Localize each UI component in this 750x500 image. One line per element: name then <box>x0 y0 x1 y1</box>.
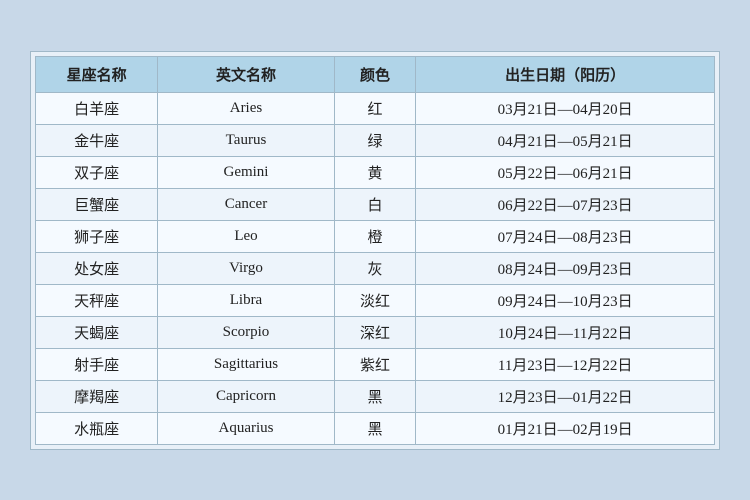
cell-birthdate: 10月24日—11月22日 <box>416 316 715 348</box>
cell-color: 白 <box>334 188 415 220</box>
cell-color: 红 <box>334 92 415 124</box>
cell-english-name: Cancer <box>158 188 335 220</box>
header-birthdate: 出生日期（阳历） <box>416 56 715 92</box>
cell-chinese-name: 狮子座 <box>36 220 158 252</box>
cell-english-name: Libra <box>158 284 335 316</box>
cell-color: 橙 <box>334 220 415 252</box>
cell-birthdate: 08月24日—09月23日 <box>416 252 715 284</box>
cell-chinese-name: 白羊座 <box>36 92 158 124</box>
header-color: 颜色 <box>334 56 415 92</box>
cell-birthdate: 03月21日—04月20日 <box>416 92 715 124</box>
table-header-row: 星座名称 英文名称 颜色 出生日期（阳历） <box>36 56 715 92</box>
cell-color: 紫红 <box>334 348 415 380</box>
cell-birthdate: 04月21日—05月21日 <box>416 124 715 156</box>
zodiac-table: 星座名称 英文名称 颜色 出生日期（阳历） 白羊座Aries红03月21日—04… <box>35 56 715 445</box>
cell-color: 绿 <box>334 124 415 156</box>
cell-chinese-name: 双子座 <box>36 156 158 188</box>
table-row: 天蝎座Scorpio深红10月24日—11月22日 <box>36 316 715 348</box>
cell-birthdate: 12月23日—01月22日 <box>416 380 715 412</box>
cell-color: 深红 <box>334 316 415 348</box>
cell-birthdate: 06月22日—07月23日 <box>416 188 715 220</box>
cell-english-name: Aries <box>158 92 335 124</box>
cell-color: 淡红 <box>334 284 415 316</box>
table-row: 射手座Sagittarius紫红11月23日—12月22日 <box>36 348 715 380</box>
table-row: 摩羯座Capricorn黑12月23日—01月22日 <box>36 380 715 412</box>
table-row: 巨蟹座Cancer白06月22日—07月23日 <box>36 188 715 220</box>
table-row: 白羊座Aries红03月21日—04月20日 <box>36 92 715 124</box>
table-row: 双子座Gemini黄05月22日—06月21日 <box>36 156 715 188</box>
cell-chinese-name: 金牛座 <box>36 124 158 156</box>
cell-color: 黑 <box>334 412 415 444</box>
cell-birthdate: 09月24日—10月23日 <box>416 284 715 316</box>
cell-chinese-name: 天蝎座 <box>36 316 158 348</box>
header-chinese-name: 星座名称 <box>36 56 158 92</box>
cell-chinese-name: 射手座 <box>36 348 158 380</box>
zodiac-table-wrapper: 星座名称 英文名称 颜色 出生日期（阳历） 白羊座Aries红03月21日—04… <box>30 51 720 450</box>
cell-birthdate: 11月23日—12月22日 <box>416 348 715 380</box>
cell-chinese-name: 天秤座 <box>36 284 158 316</box>
cell-birthdate: 07月24日—08月23日 <box>416 220 715 252</box>
cell-english-name: Leo <box>158 220 335 252</box>
cell-english-name: Gemini <box>158 156 335 188</box>
cell-chinese-name: 处女座 <box>36 252 158 284</box>
cell-color: 黑 <box>334 380 415 412</box>
header-english-name: 英文名称 <box>158 56 335 92</box>
cell-english-name: Virgo <box>158 252 335 284</box>
table-row: 金牛座Taurus绿04月21日—05月21日 <box>36 124 715 156</box>
table-row: 处女座Virgo灰08月24日—09月23日 <box>36 252 715 284</box>
cell-chinese-name: 摩羯座 <box>36 380 158 412</box>
cell-color: 黄 <box>334 156 415 188</box>
cell-english-name: Aquarius <box>158 412 335 444</box>
cell-birthdate: 01月21日—02月19日 <box>416 412 715 444</box>
cell-english-name: Capricorn <box>158 380 335 412</box>
cell-birthdate: 05月22日—06月21日 <box>416 156 715 188</box>
cell-english-name: Scorpio <box>158 316 335 348</box>
table-row: 天秤座Libra淡红09月24日—10月23日 <box>36 284 715 316</box>
cell-chinese-name: 水瓶座 <box>36 412 158 444</box>
table-body: 白羊座Aries红03月21日—04月20日金牛座Taurus绿04月21日—0… <box>36 92 715 444</box>
table-row: 狮子座Leo橙07月24日—08月23日 <box>36 220 715 252</box>
cell-english-name: Sagittarius <box>158 348 335 380</box>
cell-color: 灰 <box>334 252 415 284</box>
cell-english-name: Taurus <box>158 124 335 156</box>
table-row: 水瓶座Aquarius黑01月21日—02月19日 <box>36 412 715 444</box>
cell-chinese-name: 巨蟹座 <box>36 188 158 220</box>
